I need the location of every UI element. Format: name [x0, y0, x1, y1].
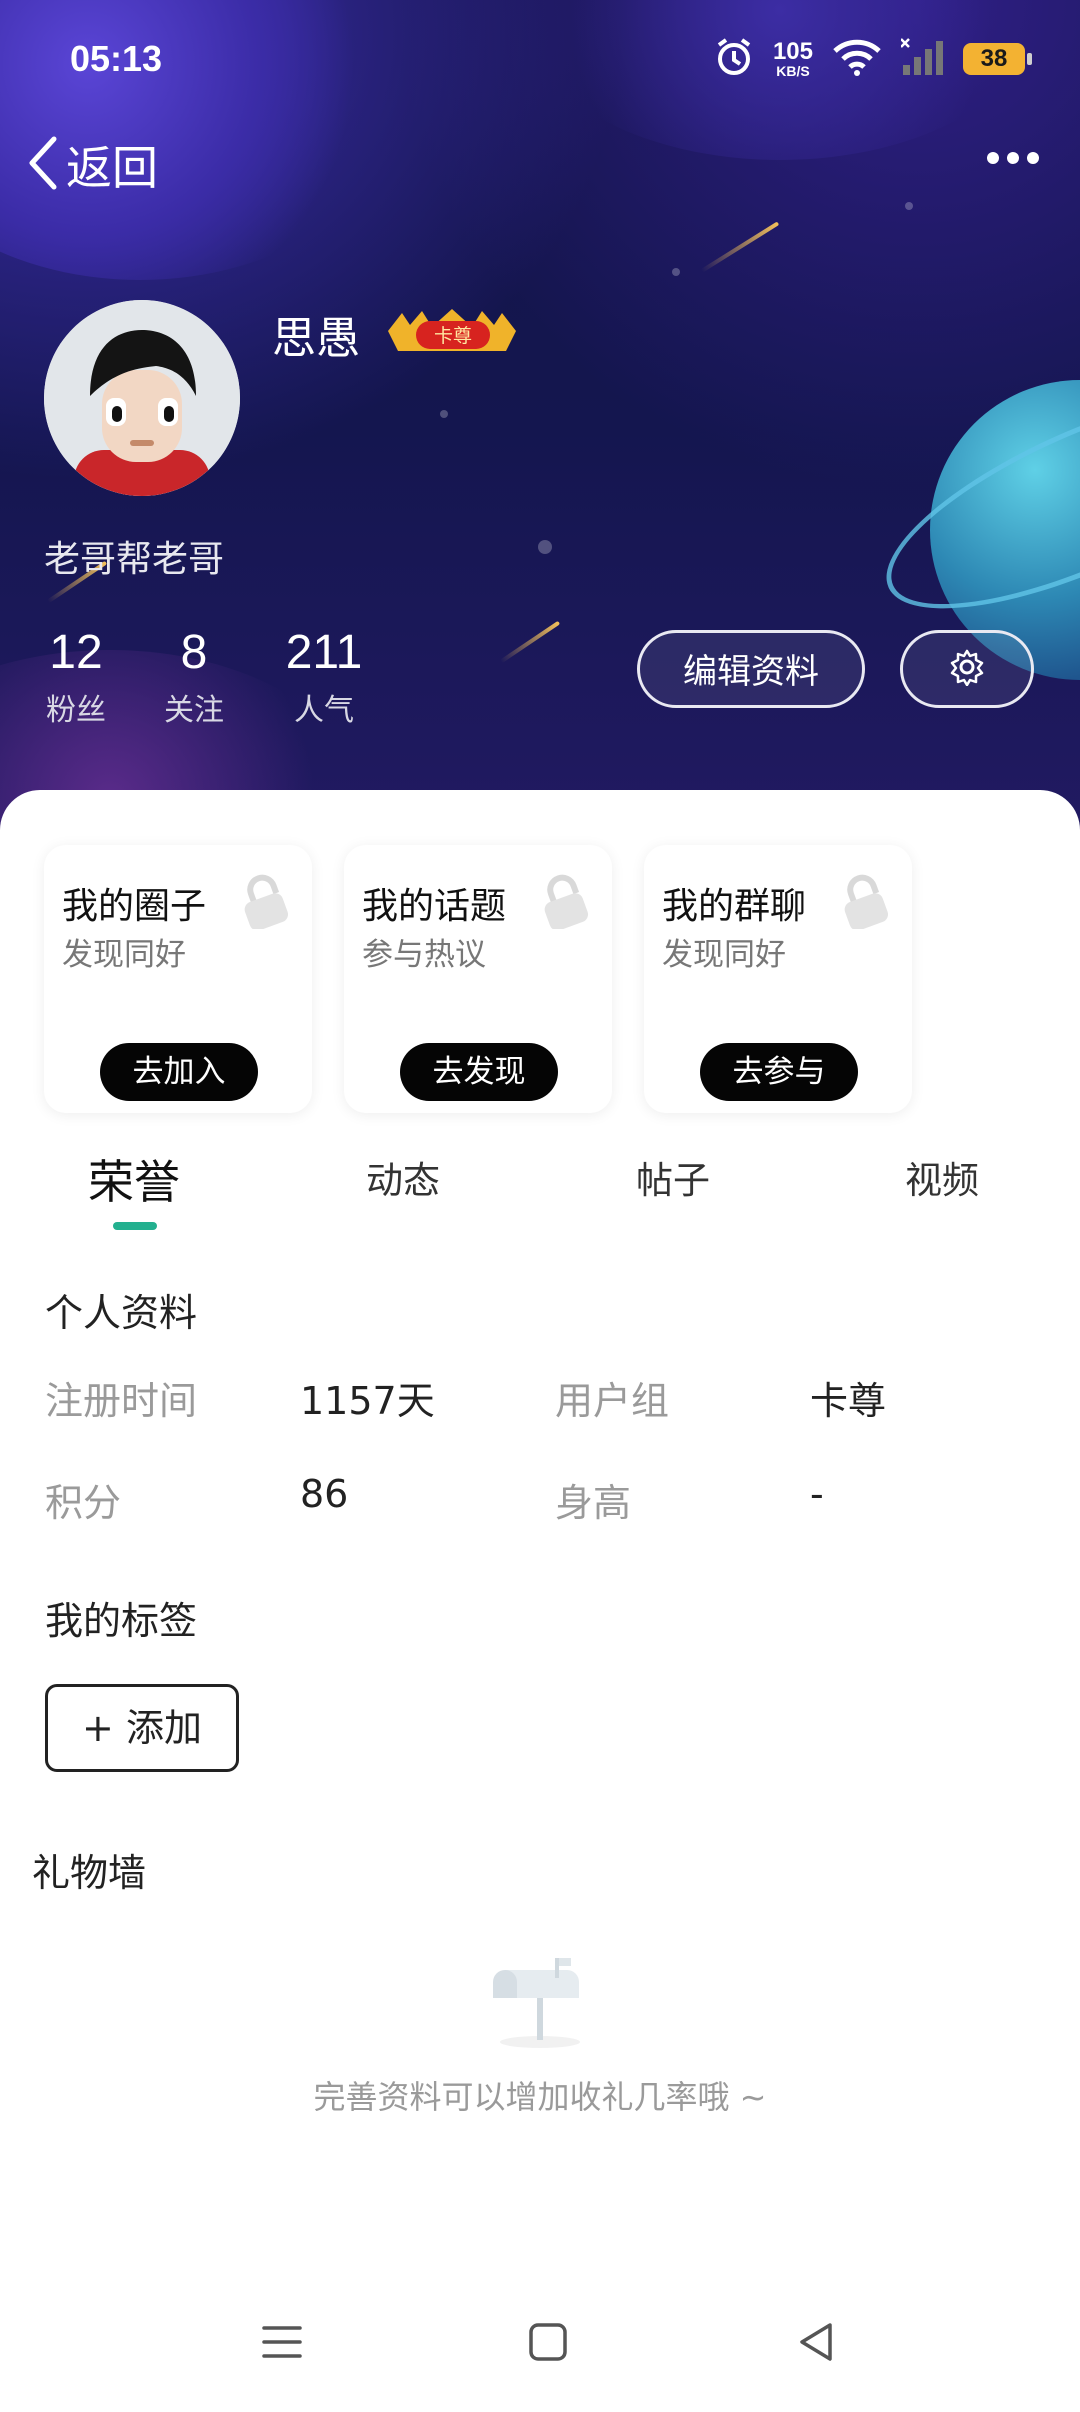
stat-popularity[interactable]: 211 人气	[282, 625, 366, 729]
tab-honor[interactable]: 荣誉	[88, 1146, 180, 1212]
gift-wall-title: 礼物墙	[32, 1851, 147, 1895]
stat-label: 人气	[294, 693, 354, 728]
battery-icon: 38	[963, 43, 1032, 75]
points-label: 积分	[45, 1481, 122, 1525]
star-dot	[538, 540, 552, 554]
card-subtitle: 发现同好	[62, 937, 186, 973]
rank-badge: 卡尊	[382, 307, 524, 361]
gear-icon	[948, 648, 986, 690]
card-subtitle: 发现同好	[662, 937, 786, 973]
card-title: 我的群聊	[662, 886, 807, 927]
card-group-chat[interactable]: 我的群聊 发现同好 去参与	[644, 845, 912, 1113]
wifi-icon	[831, 37, 883, 81]
register-time-value: 1157天	[300, 1379, 435, 1423]
back-label: 返回	[66, 141, 158, 195]
tags-title: 我的标签	[45, 1599, 198, 1643]
tab-posts[interactable]: 帖子	[636, 1150, 710, 1204]
stat-following[interactable]: 8 关注	[162, 625, 226, 729]
stat-fans[interactable]: 12 粉丝	[44, 625, 108, 729]
discover-button[interactable]: 去发现	[400, 1043, 558, 1101]
card-circle[interactable]: 我的圈子 发现同好 去加入	[44, 845, 312, 1113]
home-icon[interactable]	[528, 2320, 568, 2368]
alarm-icon	[713, 36, 755, 82]
meteor-streak	[700, 221, 780, 273]
status-time: 05:13	[70, 38, 163, 79]
join-button[interactable]: 去加入	[100, 1043, 258, 1101]
card-topic[interactable]: 我的话题 参与热议 去发现	[344, 845, 612, 1113]
network-speed-value: 105	[772, 38, 813, 65]
points-value: 86	[300, 1472, 349, 1516]
edit-profile-button[interactable]: 编辑资料	[637, 630, 865, 708]
status-bar: 05:13 105 KB/S 38	[0, 0, 1080, 120]
height-value: -	[810, 1472, 824, 1516]
stat-label: 关注	[164, 693, 224, 728]
tab-active-indicator	[113, 1222, 157, 1230]
chevron-left-icon	[26, 135, 60, 195]
tab-videos[interactable]: 视频	[905, 1150, 979, 1204]
tab-activity[interactable]: 动态	[366, 1150, 440, 1204]
card-subtitle: 参与热议	[362, 937, 486, 973]
register-time-label: 注册时间	[45, 1379, 198, 1423]
star-dot	[672, 268, 680, 276]
stat-label: 粉丝	[46, 693, 106, 728]
card-title: 我的话题	[362, 886, 507, 927]
username: 思愚	[272, 313, 360, 364]
user-group-label: 用户组	[555, 1379, 670, 1423]
network-speed: 105 KB/S	[772, 38, 813, 79]
stat-value: 211	[285, 626, 363, 679]
user-group-value: 卡尊	[810, 1379, 887, 1423]
back-button[interactable]: 返回	[26, 132, 158, 198]
personal-info-title: 个人资料	[45, 1291, 198, 1335]
height-label: 身高	[555, 1481, 632, 1525]
settings-button[interactable]	[900, 630, 1034, 708]
avatar[interactable]	[44, 300, 240, 496]
status-icons: 105 KB/S 38	[713, 36, 1032, 82]
system-navigation-bar	[0, 2300, 1080, 2412]
lock-icon	[538, 871, 594, 933]
menu-icon[interactable]	[262, 2320, 302, 2368]
mailbox-icon	[485, 1950, 595, 2054]
stat-value: 12	[49, 626, 103, 679]
network-speed-unit: KB/S	[776, 63, 810, 79]
meteor-streak	[499, 620, 561, 664]
card-title: 我的圈子	[62, 886, 207, 927]
lock-icon	[838, 871, 894, 933]
lock-icon	[238, 871, 294, 933]
signal-icon	[900, 37, 945, 81]
more-dots-icon[interactable]	[986, 150, 1040, 170]
gift-wall-empty-hint: 完善资料可以增加收礼几率哦 ~	[313, 2078, 767, 2116]
participate-button[interactable]: 去参与	[700, 1043, 858, 1101]
star-dot	[440, 410, 448, 418]
star-dot	[905, 202, 913, 210]
bio-text: 老哥帮老哥	[44, 539, 225, 580]
add-tag-button[interactable]: + 添加	[45, 1684, 239, 1772]
badge-text: 卡尊	[434, 325, 472, 347]
stat-value: 8	[180, 626, 208, 679]
back-icon[interactable]	[796, 2320, 836, 2368]
